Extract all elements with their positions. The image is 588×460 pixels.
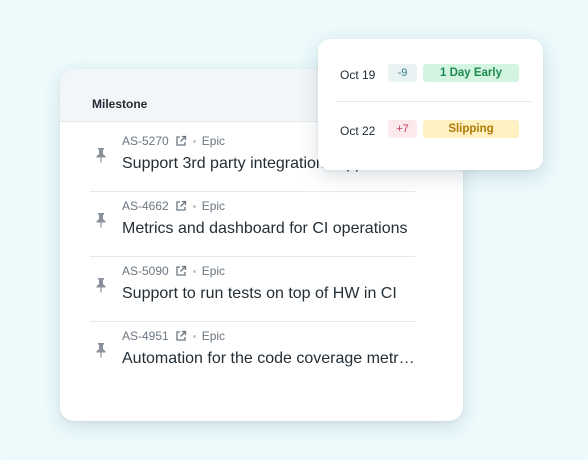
- milestone-dates-popover: Oct 19 -9 1 Day Early Oct 22 +7 Slipping: [318, 39, 543, 170]
- column-header-milestone[interactable]: Milestone: [92, 97, 147, 111]
- pin-icon[interactable]: [95, 277, 107, 293]
- issue-type: Epic: [201, 329, 226, 343]
- issue-title[interactable]: Automation for the code coverage metrics: [122, 350, 415, 368]
- issue-type: Epic: [201, 199, 226, 213]
- pin-icon[interactable]: [95, 147, 107, 163]
- issue-type: Epic: [201, 264, 226, 278]
- issue-key[interactable]: AS-5270: [122, 134, 169, 148]
- issue-meta: AS-4662 Epic: [122, 198, 225, 214]
- popover-row: Oct 19 -9 1 Day Early: [318, 64, 543, 88]
- separator-dot: [192, 269, 196, 273]
- separator-dot: [192, 204, 196, 208]
- popover-row: Oct 22 +7 Slipping: [318, 120, 543, 144]
- external-link-icon[interactable]: [175, 200, 187, 212]
- status-badge: Slipping: [423, 120, 519, 138]
- issue-meta: AS-5090 Epic: [122, 263, 225, 279]
- external-link-icon[interactable]: [175, 135, 187, 147]
- milestone-date: Oct 22: [340, 124, 376, 138]
- table-row[interactable]: AS-4951 Epic Automation for the code cov…: [90, 322, 415, 387]
- issue-key[interactable]: AS-4662: [122, 199, 169, 213]
- status-badge: 1 Day Early: [423, 64, 519, 82]
- issue-meta: AS-5270 Epic: [122, 133, 225, 149]
- issue-title[interactable]: Support to run tests on top of HW in CI: [122, 285, 415, 303]
- milestone-date: Oct 19: [340, 68, 376, 82]
- pin-icon[interactable]: [95, 342, 107, 358]
- table-row[interactable]: AS-5090 Epic Support to run tests on top…: [90, 257, 415, 322]
- issue-key[interactable]: AS-4951: [122, 329, 169, 343]
- pin-icon[interactable]: [95, 212, 107, 228]
- separator-dot: [192, 334, 196, 338]
- issue-key[interactable]: AS-5090: [122, 264, 169, 278]
- separator-dot: [192, 139, 196, 143]
- popover-divider: [336, 101, 531, 102]
- issue-meta: AS-4951 Epic: [122, 328, 225, 344]
- issue-title[interactable]: Metrics and dashboard for CI operations: [122, 220, 415, 238]
- delta-badge: -9: [388, 64, 417, 82]
- table-row[interactable]: AS-4662 Epic Metrics and dashboard for C…: [90, 192, 415, 257]
- external-link-icon[interactable]: [175, 330, 187, 342]
- external-link-icon[interactable]: [175, 265, 187, 277]
- issue-type: Epic: [201, 134, 226, 148]
- delta-badge: +7: [388, 120, 417, 138]
